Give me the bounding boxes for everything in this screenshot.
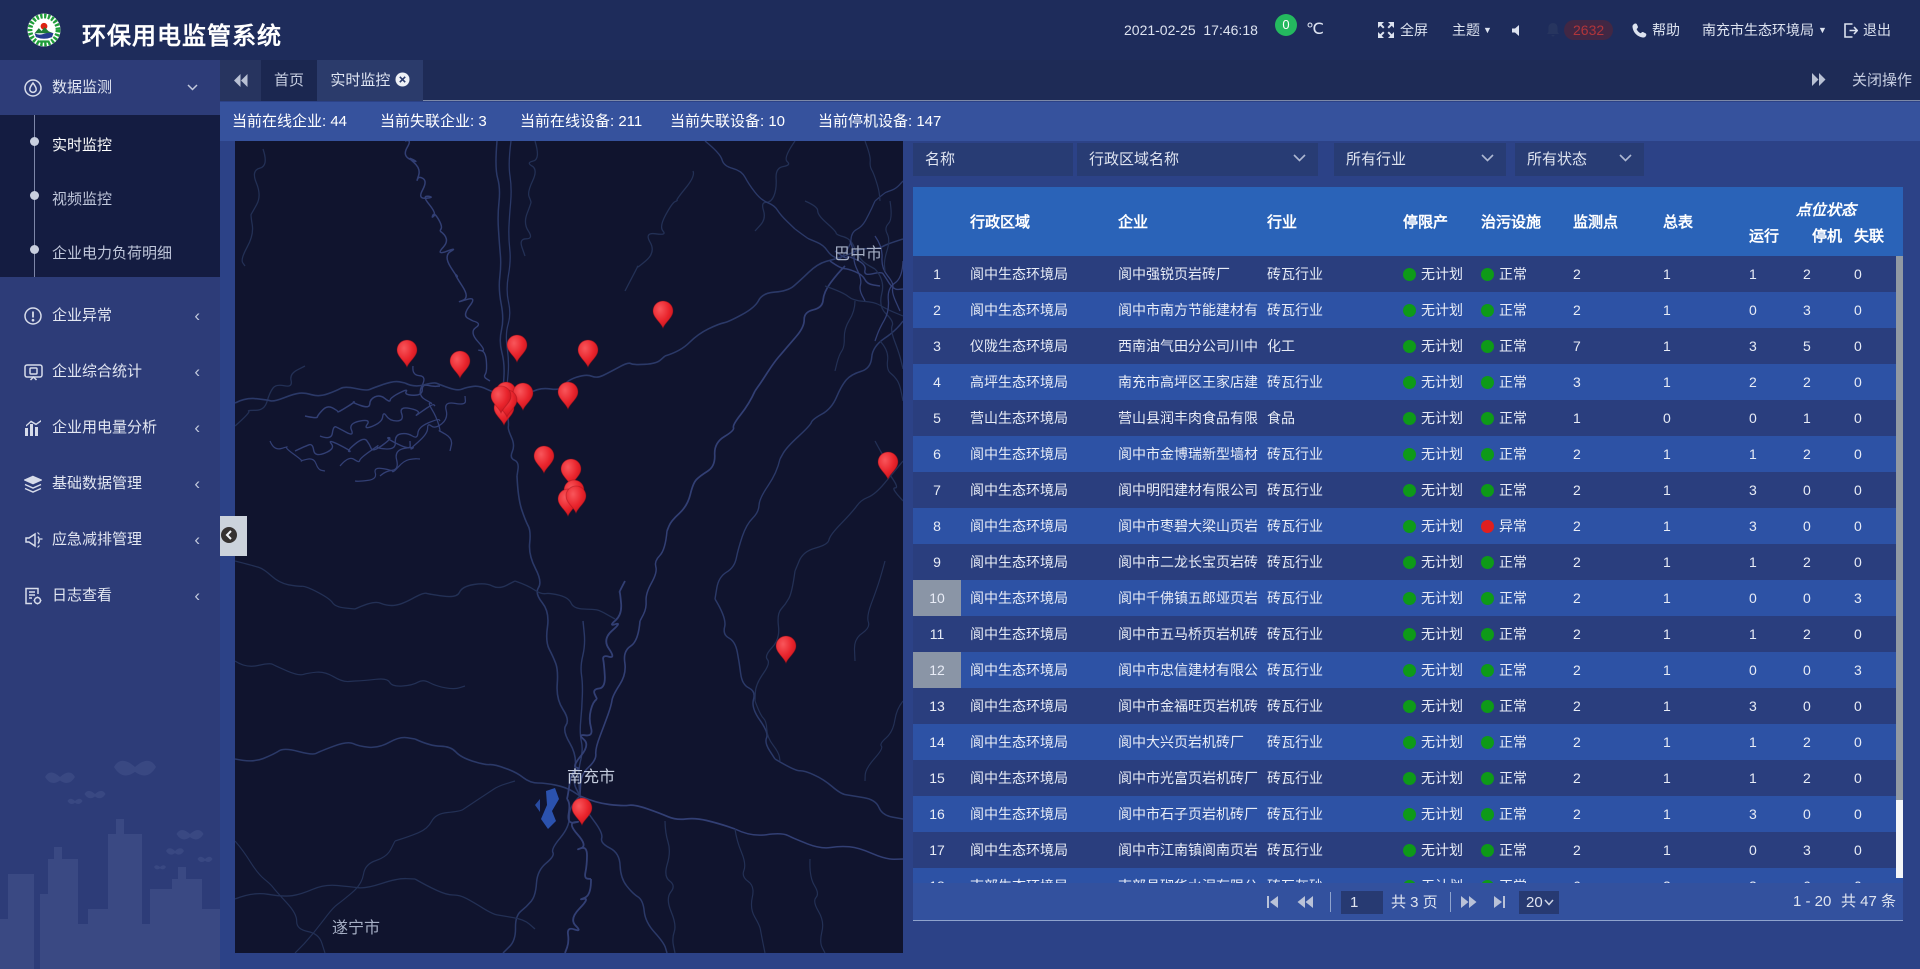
svg-text:遂宁市: 遂宁市 xyxy=(332,919,380,937)
svg-text:巴中市: 巴中市 xyxy=(834,245,882,263)
svg-text:南充市: 南充市 xyxy=(567,768,615,786)
